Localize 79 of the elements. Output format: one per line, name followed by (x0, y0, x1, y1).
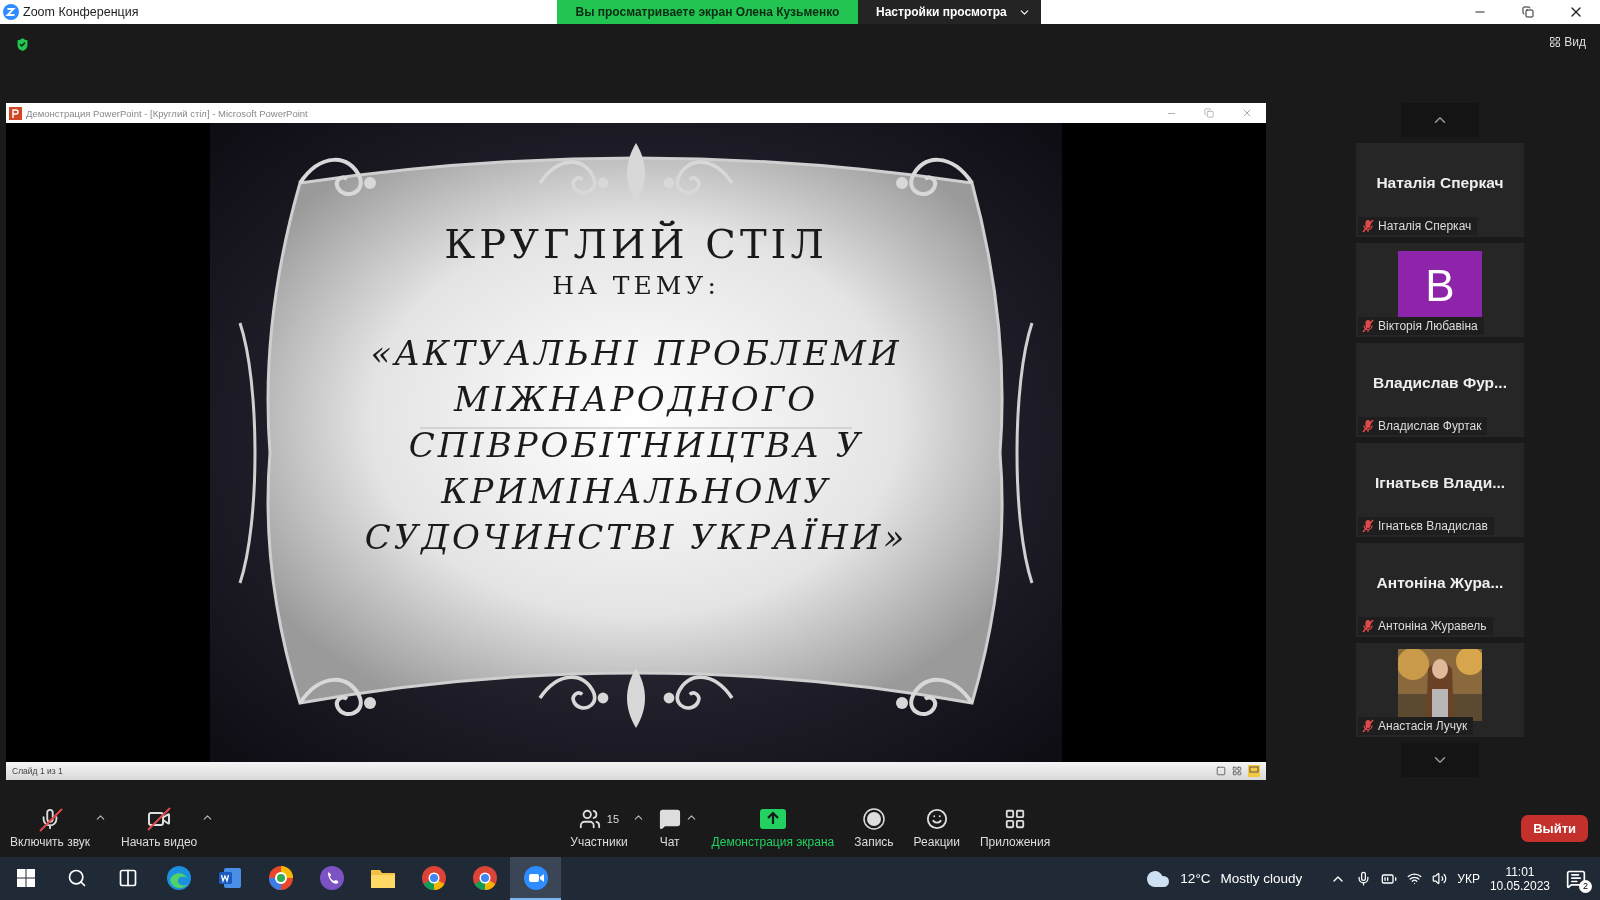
close-icon (1241, 107, 1253, 119)
browser-icon (267, 864, 294, 891)
participant-tile[interactable]: Наталія Сперкач Наталія Сперкач (1356, 143, 1524, 237)
temperature: 12°C (1180, 871, 1211, 886)
leave-button[interactable]: Выйти (1521, 815, 1588, 842)
grid-view-icon[interactable] (1232, 766, 1242, 776)
chat-button[interactable]: Чат (652, 807, 687, 849)
notification-count: 2 (1579, 879, 1592, 893)
window-title: Zoom Конференция (23, 5, 139, 19)
share-button[interactable]: Демонстрация экрана (705, 807, 841, 849)
participant-tile[interactable]: Владислав Фур... Владислав Фуртак (1356, 343, 1524, 437)
muted-mic-icon (1362, 219, 1374, 233)
sharing-banner: Вы просматриваете экран Олена Кузьменко (557, 0, 858, 24)
smiley-icon (925, 808, 948, 830)
search-icon (66, 867, 87, 888)
phone-bubble-icon (318, 864, 345, 891)
muted-mic-icon (1362, 519, 1374, 533)
share-screen-icon (759, 809, 786, 829)
app-logo-icon (3, 4, 19, 20)
muted-mic-icon (1362, 619, 1374, 633)
restore-icon (1204, 108, 1214, 118)
document-app-icon (217, 865, 242, 890)
video-off-icon (147, 807, 172, 831)
task-view-icon (117, 867, 138, 888)
participants-button[interactable]: 15 Участники (564, 807, 634, 849)
participant-label: Анастасія Лучук (1378, 719, 1468, 733)
participant-name: Владислав Фур... (1373, 374, 1507, 392)
restore-icon (1522, 6, 1534, 18)
view-icon[interactable] (1216, 766, 1226, 776)
browser-icon (420, 864, 447, 891)
record-button[interactable]: Запись (848, 807, 900, 849)
muted-mic-icon (1362, 319, 1374, 333)
wave-logo-icon (165, 864, 192, 891)
reactions-button[interactable]: Реакции (907, 807, 966, 849)
apps-button[interactable]: Приложения (973, 807, 1057, 849)
video-button[interactable]: Начать видео (115, 807, 204, 849)
slideshow-icon[interactable] (1248, 765, 1260, 777)
mic-off-icon (39, 808, 61, 830)
participant-name: Ігнатьєв Влади... (1374, 474, 1506, 492)
participant-tile[interactable]: Антоніна Жура... Антоніна Журавель (1356, 543, 1524, 637)
participant-tile[interactable]: Ігнатьєв Влади... Ігнатьєв Владислав (1356, 443, 1524, 537)
view-button[interactable]: Вид (1545, 31, 1590, 53)
mic-icon[interactable] (1356, 871, 1372, 886)
participant-label: Наталія Сперкач (1378, 219, 1472, 233)
muted-mic-icon (1362, 719, 1374, 733)
view-options-button[interactable]: Настройки просмотра (858, 0, 1041, 24)
notifications-icon (1566, 868, 1586, 889)
chat-icon (658, 808, 681, 830)
taskbar-app[interactable] (510, 857, 561, 900)
layout-icon (1549, 36, 1562, 48)
participant-label: Вікторія Любавіна (1378, 319, 1478, 333)
slide-title: КРУГЛИЙ СТІЛ (444, 221, 828, 267)
people-icon (578, 808, 601, 830)
language-indicator[interactable]: УКР (1457, 871, 1480, 886)
shield-icon (14, 36, 31, 53)
record-icon (862, 808, 885, 830)
browser-icon (471, 864, 498, 891)
wifi-icon[interactable] (1407, 871, 1423, 886)
video-app-icon (522, 864, 549, 891)
slide-topic: «АКТУАЛЬНІ ПРОБЛЕМИ МІЖНАРОДНОГО СПІВРОБІТНИЦТВА У КРИМІНАЛЬНОМУ СУДОЧИНСТВІ УКРАЇНИ» (364, 332, 908, 559)
participant-label: Владислав Фуртак (1378, 419, 1482, 433)
apps-icon (1004, 808, 1027, 830)
mic-button[interactable]: Включить звук (4, 807, 97, 849)
slide-counter: Слайд 1 из 1 (12, 766, 63, 776)
windows-logo-icon (16, 868, 35, 887)
participant-tile[interactable]: Анастасія Лучук (1356, 643, 1524, 737)
participant-tile[interactable]: В Вікторія Любавіна (1356, 243, 1524, 337)
participant-name: Антоніна Жура... (1376, 574, 1504, 592)
clock[interactable]: 11:01 10.05.2023 (1489, 864, 1550, 893)
slides-app-icon (9, 106, 22, 120)
participant-count: 15 (606, 813, 620, 825)
participant-label: Ігнатьєв Владислав (1378, 519, 1488, 533)
volume-icon[interactable] (1432, 871, 1448, 886)
participant-label: Антоніна Журавель (1378, 619, 1487, 633)
presentation-title: Демонстрация PowerPoint - [Круглий стіл] - Microsoft PowerPoint (26, 107, 308, 119)
participant-name: Наталія Сперкач (1376, 174, 1504, 192)
slide-subtitle: НА ТЕМУ: (552, 271, 720, 300)
muted-mic-icon (1362, 419, 1374, 433)
weather-text: Mostly cloudy (1220, 871, 1303, 886)
